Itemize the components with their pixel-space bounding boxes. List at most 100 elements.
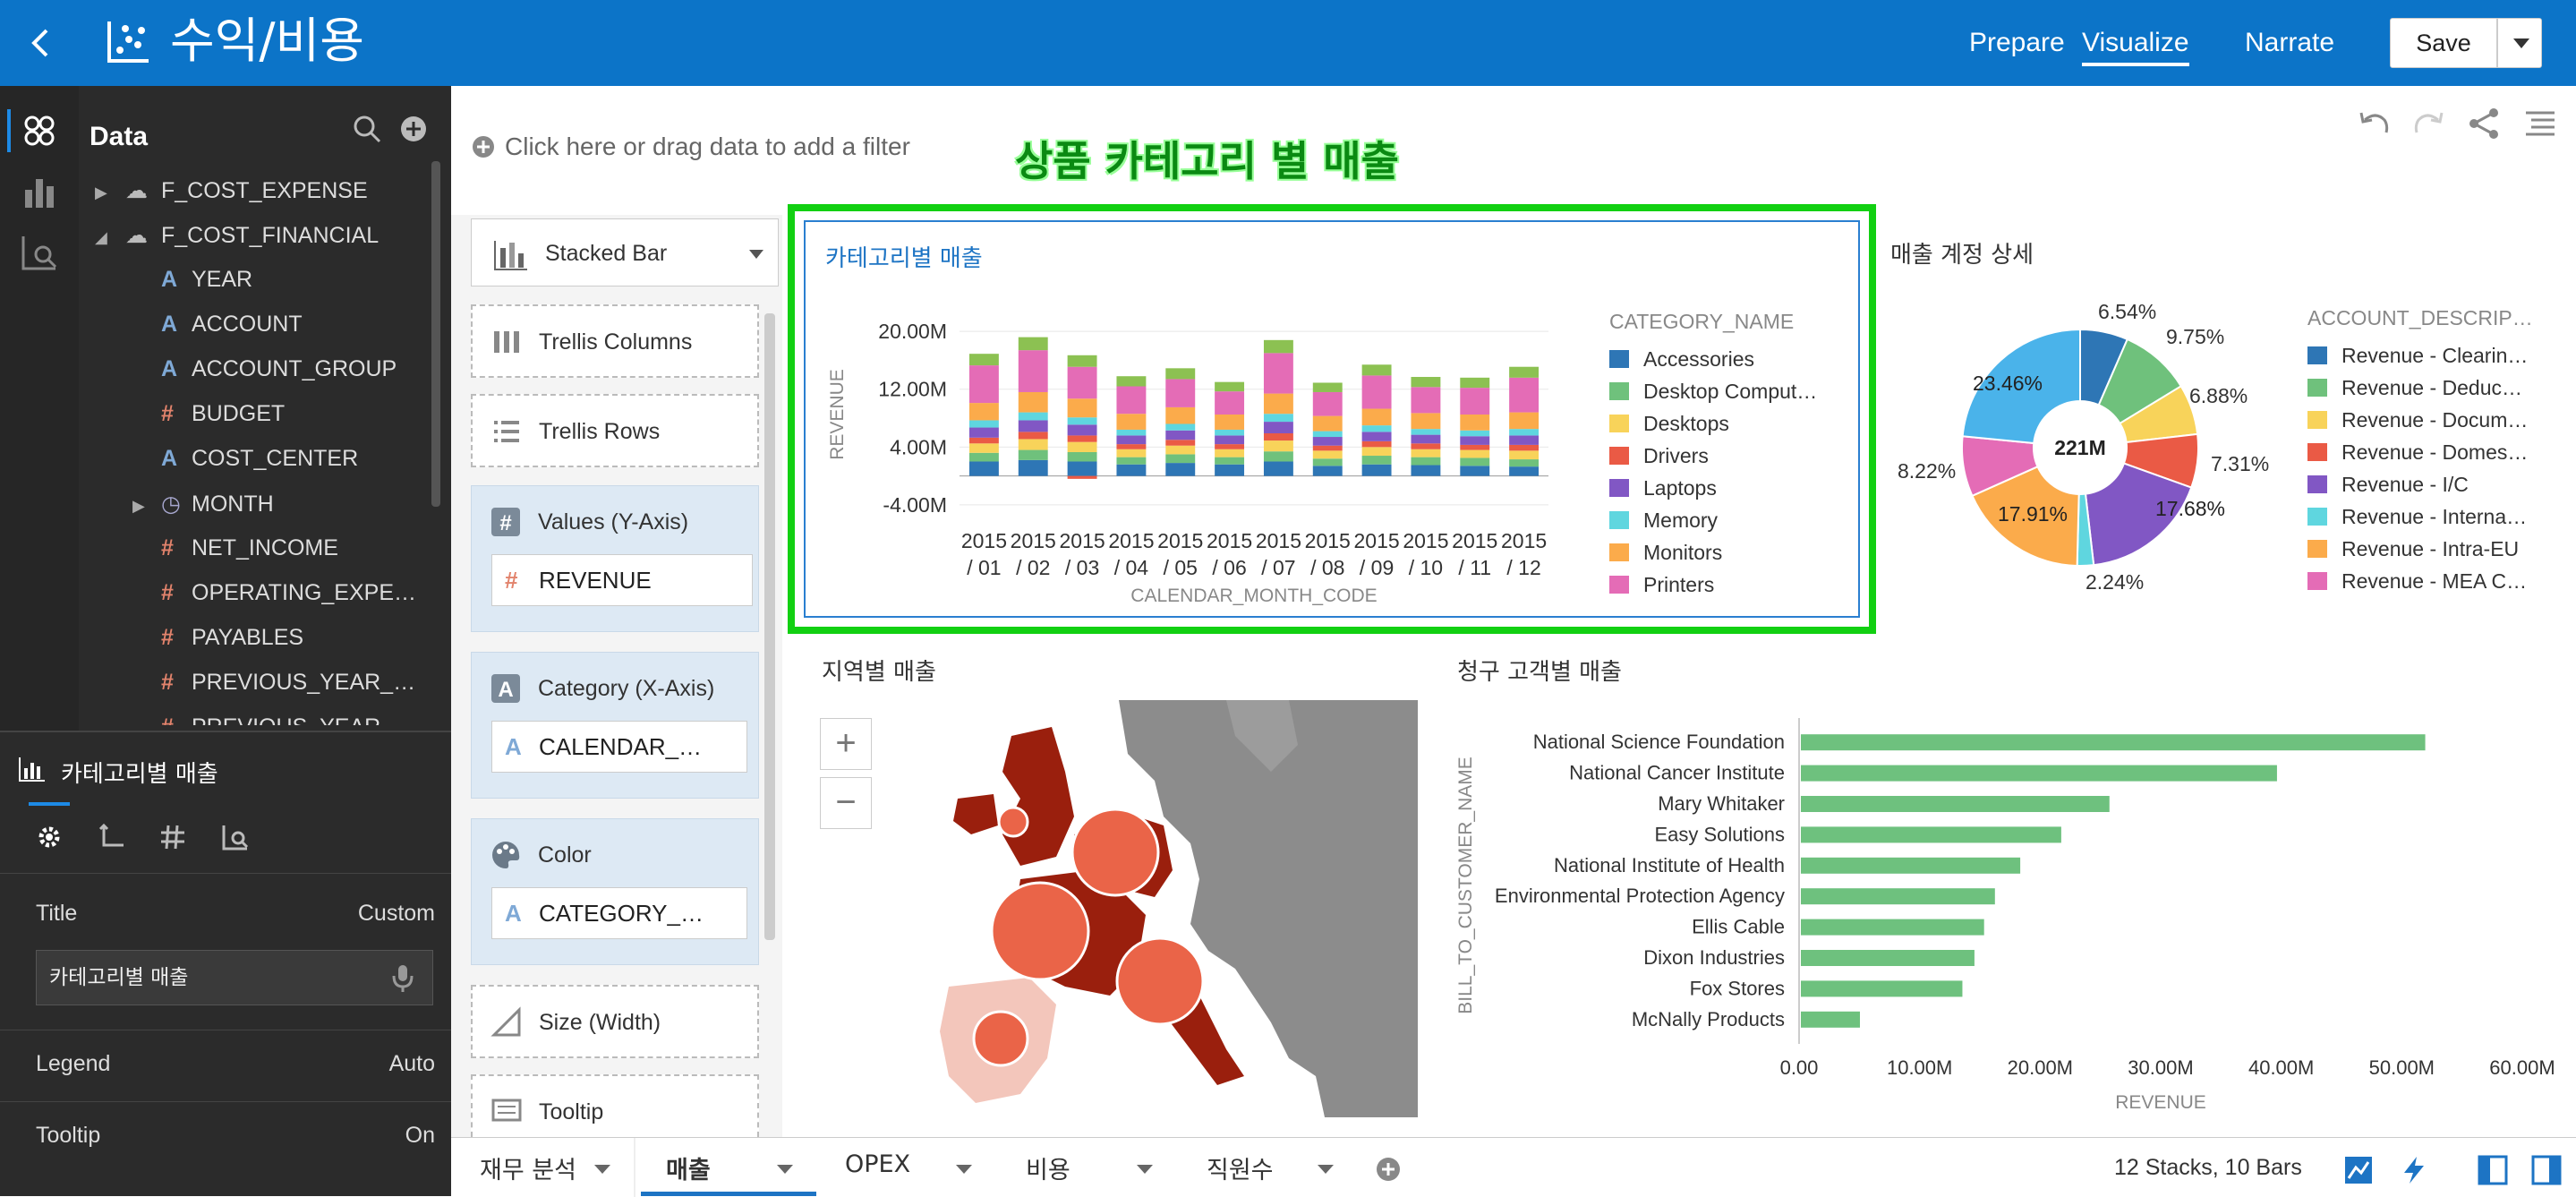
trellis-columns-slot[interactable]: Trellis Columns: [471, 304, 759, 378]
lightning-icon[interactable]: [2399, 1155, 2429, 1190]
right-panel-toggle-icon[interactable]: [2531, 1155, 2562, 1190]
customer-bar[interactable]: [1801, 919, 1984, 936]
add-canvas-icon[interactable]: [1375, 1156, 1402, 1187]
bar-segment[interactable]: [1361, 464, 1392, 476]
customer-bar[interactable]: [1801, 950, 1975, 966]
bar-segment[interactable]: [1018, 391, 1048, 413]
bar-segment[interactable]: [1361, 456, 1392, 465]
auto-insights-icon[interactable]: [2343, 1155, 2374, 1190]
bar-segment[interactable]: [1215, 429, 1245, 436]
bar-segment[interactable]: [1067, 451, 1097, 462]
analytics-icon[interactable]: [20, 233, 59, 272]
customer-bar[interactable]: [1801, 734, 2426, 751]
germany-bubble[interactable]: [1070, 808, 1160, 897]
bar-segment[interactable]: [968, 354, 999, 366]
legend-item[interactable]: Revenue - Interna…: [2307, 505, 2527, 529]
bar-segment[interactable]: [1116, 429, 1147, 436]
chevron-down-icon[interactable]: ◢: [95, 228, 125, 247]
bar-segment[interactable]: [1165, 463, 1196, 476]
left-panel-toggle-icon[interactable]: [2478, 1155, 2508, 1190]
tree-item-account-group[interactable]: A ACCOUNT_GROUP: [161, 356, 397, 382]
bar-segment[interactable]: [1116, 376, 1147, 387]
bar-segment[interactable]: [1460, 415, 1490, 431]
france-bubble[interactable]: [990, 881, 1090, 981]
bar-segment[interactable]: [1263, 414, 1293, 423]
bar-segment[interactable]: [1509, 450, 1540, 460]
save-button[interactable]: Save: [2390, 18, 2497, 68]
chevron-down-icon[interactable]: [777, 1165, 793, 1174]
add-icon[interactable]: [399, 115, 428, 148]
map-zoom-out-button[interactable]: −: [820, 777, 872, 829]
tab-headcount[interactable]: 직원수: [1207, 1150, 1274, 1185]
bar-segment[interactable]: [1361, 440, 1392, 448]
tree-item-previous-year[interactable]: #PREVIOUS_YEAR: [161, 714, 380, 725]
visualize-tab[interactable]: Visualize: [2082, 27, 2189, 66]
bar-segment[interactable]: [1460, 466, 1490, 476]
legend-item[interactable]: Accessories: [1609, 347, 1754, 372]
bar-segment[interactable]: [1509, 429, 1540, 436]
bar-segment[interactable]: [1018, 432, 1048, 440]
category-revenue-viz[interactable]: 카테고리별 매출 20.00M 12.00M 4.00M -4.00M REVENUE 2…: [804, 220, 1860, 618]
category-name-pill[interactable]: A CATEGORY_…: [491, 887, 747, 939]
tab-revenue[interactable]: 매출: [666, 1150, 711, 1185]
microphone-icon[interactable]: [390, 963, 415, 998]
customer-bar[interactable]: [1801, 980, 1963, 997]
uk-bubble[interactable]: [997, 806, 1029, 838]
legend-item[interactable]: Drivers: [1609, 444, 1709, 468]
bar-segment[interactable]: [1067, 417, 1097, 425]
bar-segment[interactable]: [1018, 449, 1048, 460]
legend-item[interactable]: Revenue - I/C: [2307, 473, 2469, 497]
bar-segment[interactable]: [1263, 353, 1293, 394]
bar-segment[interactable]: [1165, 440, 1196, 446]
data-elements-icon[interactable]: [20, 111, 59, 150]
bar-segment[interactable]: [1116, 386, 1147, 415]
bar-segment[interactable]: [1312, 458, 1343, 466]
bar-segment[interactable]: [968, 461, 999, 476]
legend-item[interactable]: Revenue - Clearin…: [2307, 344, 2528, 368]
chevron-down-icon[interactable]: [1318, 1165, 1334, 1174]
legend-item[interactable]: Desktops: [1609, 412, 1729, 436]
back-arrow-icon[interactable]: [23, 21, 59, 64]
tree-item-operating-expe-[interactable]: # OPERATING_EXPE…: [161, 580, 416, 606]
chart-type-dropdown[interactable]: Stacked Bar: [471, 218, 779, 286]
bar-segment[interactable]: [1411, 457, 1441, 466]
search-icon[interactable]: [351, 113, 383, 150]
bar-segment[interactable]: [1215, 449, 1245, 457]
chevron-down-icon[interactable]: [956, 1165, 972, 1174]
filter-placeholder[interactable]: Click here or drag data to add a filter: [505, 133, 910, 161]
bar-segment[interactable]: [1116, 449, 1147, 457]
bar-segment[interactable]: [1067, 435, 1097, 442]
category-x-axis-slot[interactable]: A Category (X-Axis) A CALENDAR_…: [471, 652, 759, 799]
tree-item-month[interactable]: ▶ ◷ MONTH: [132, 491, 274, 517]
legend-item[interactable]: Revenue - Deduc…: [2307, 376, 2522, 400]
tab-opex[interactable]: OPEX: [845, 1150, 910, 1178]
bar-segment[interactable]: [1215, 444, 1245, 449]
tree-item-cost-center[interactable]: A COST_CENTER: [161, 446, 358, 472]
tab-cost[interactable]: 비용: [1026, 1150, 1070, 1185]
bar-segment[interactable]: [1215, 464, 1245, 476]
values-y-axis-slot[interactable]: # Values (Y-Axis) # REVENUE: [471, 485, 759, 632]
bar-segment[interactable]: [1165, 368, 1196, 380]
customer-bar[interactable]: [1801, 857, 2021, 874]
calendar-pill[interactable]: A CALENDAR_…: [491, 721, 747, 773]
property-value[interactable]: On: [405, 1123, 435, 1149]
bar-segment[interactable]: [1411, 387, 1441, 414]
bar-segment[interactable]: [1509, 459, 1540, 467]
bar-segment[interactable]: [1215, 391, 1245, 415]
europe-map[interactable]: [895, 700, 1418, 1117]
bar-segment[interactable]: [1312, 382, 1343, 392]
legend-item[interactable]: Revenue - Domes…: [2307, 440, 2528, 465]
customer-bar[interactable]: [1801, 888, 1995, 905]
bar-segment[interactable]: [1460, 430, 1490, 437]
bar-segment[interactable]: [1312, 391, 1343, 416]
account-donut-chart[interactable]: 6.54% 9.75% 6.88% 7.31% 17.68% 2.24% 17.91% 8.2…: [1883, 286, 2277, 654]
grammar-scrollbar[interactable]: [764, 313, 775, 940]
bar-segment[interactable]: [1460, 388, 1490, 415]
tree-item-f-cost-expense[interactable]: ▶ ☁ F_COST_EXPENSE: [95, 177, 368, 204]
chevron-down-icon[interactable]: [594, 1165, 610, 1174]
menu-icon[interactable]: [2522, 109, 2558, 144]
spain-bubble[interactable]: [972, 1010, 1029, 1067]
bar-segment[interactable]: [1509, 444, 1540, 451]
bar-segment[interactable]: [1509, 366, 1540, 378]
undo-icon[interactable]: [2356, 107, 2392, 144]
